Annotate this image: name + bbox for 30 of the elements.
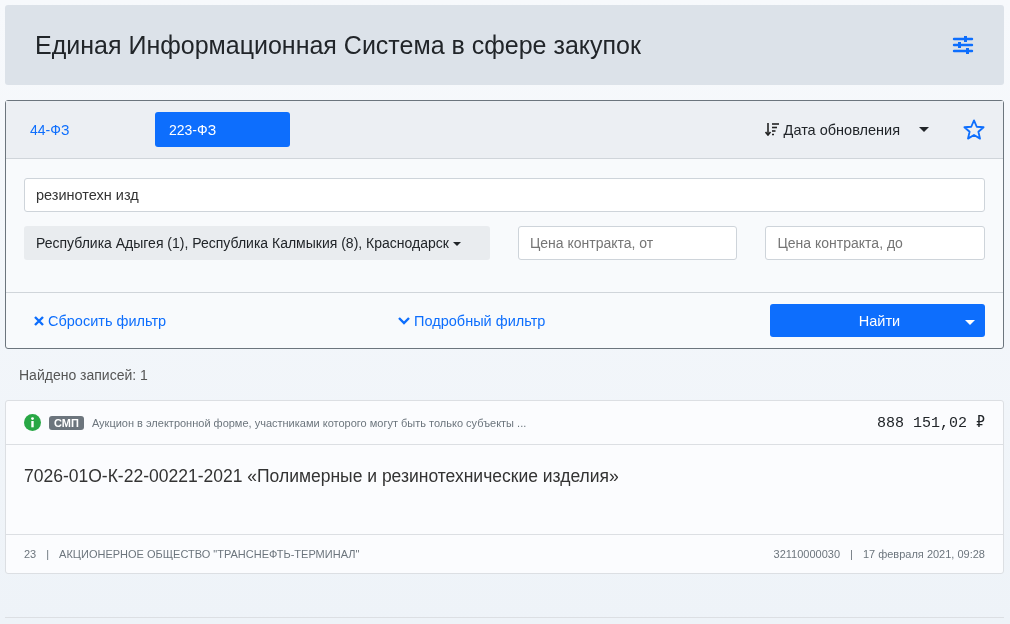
sort-icon — [764, 123, 779, 136]
customer-name: АКЦИОНЕРНОЕ ОБЩЕСТВО "ТРАНСНЕФТЬ-ТЕРМИНАЛ" — [59, 548, 360, 560]
procurement-type: Аукцион в электронной форме, участниками которого могут быть только субъекты ... — [91, 416, 527, 429]
tab[interactable]: 44-ФЗ — [20, 112, 155, 147]
close-icon — [34, 315, 44, 326]
caret-icon — [919, 127, 929, 132]
separator: | — [46, 548, 50, 560]
chevron-down-icon — [398, 316, 411, 325]
price: 888 151,02 ₽ — [876, 414, 985, 432]
lot-number: 23 — [24, 548, 37, 560]
tab[interactable]: 223-ФЗ — [155, 112, 290, 147]
advanced-filter-link[interactable]: Подробный фильтр — [398, 312, 546, 329]
find-button[interactable]: Найти — [770, 304, 955, 337]
info-icon — [24, 414, 41, 431]
search-field[interactable]: резинотехн изд — [24, 178, 985, 212]
star-icon[interactable] — [963, 119, 985, 140]
results-count: Найдено записей: 1 — [18, 366, 149, 385]
find-options-button[interactable] — [955, 304, 985, 337]
settings-icon[interactable] — [952, 36, 974, 54]
reset-filter-link[interactable]: Сбросить фильтр — [34, 312, 167, 329]
sort-dropdown[interactable]: Дата обновления — [758, 115, 935, 144]
smp-badge: СМП — [49, 415, 84, 430]
separator: | — [850, 548, 853, 560]
page-title: Единая Информационная Система в сфере закупок — [35, 30, 642, 60]
registry-number: 32110000030 — [773, 548, 841, 560]
region-select[interactable]: Республика Адыгея (1), Республика Калмыкия (8), Краснодарск — [24, 226, 490, 260]
price-from-field[interactable]: Цена контракта, от — [517, 226, 738, 260]
purchase-title-link[interactable]: 7026-01О-К-22-00221-2021 «Полимерные и резинотехнические изделия» — [24, 466, 619, 486]
update-date: 17 февраля 2021, 09:28 — [862, 548, 985, 560]
price-to-field[interactable]: Цена контракта, до — [765, 226, 985, 260]
